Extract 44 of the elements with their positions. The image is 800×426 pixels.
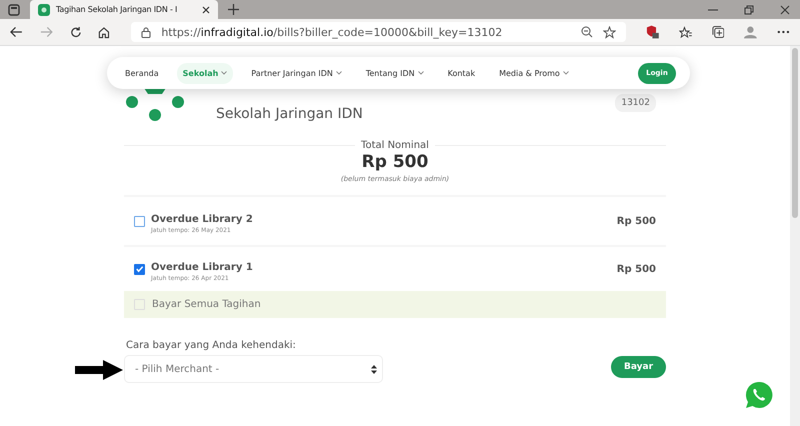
- checkbox[interactable]: [134, 216, 145, 226]
- nav-item[interactable]: Partner Jaringan IDN: [245, 62, 348, 84]
- url-text: https://infradigital.io/bills?biller_code=10000&bill_key=13102: [161, 26, 502, 38]
- close-icon[interactable]: [780, 4, 790, 14]
- bill-amount: Rp 500: [616, 264, 656, 274]
- bill-key-badge: 13102: [615, 94, 656, 112]
- collections-icon[interactable]: [712, 25, 724, 39]
- zoom-out-icon[interactable]: [581, 26, 594, 38]
- bill-name: Overdue Library 1: [151, 262, 253, 273]
- pay-all-label: Bayar Semua Tagihan: [152, 299, 261, 310]
- tab-actions-icon[interactable]: [8, 4, 20, 16]
- site-icon: [38, 4, 50, 16]
- total-label: Total Nominal: [361, 140, 429, 151]
- payment-method-label: Cara bayar yang Anda kehendaki:: [126, 340, 297, 351]
- scrollbar[interactable]: [790, 46, 800, 426]
- profile-icon[interactable]: [744, 25, 758, 39]
- favorite-star-icon[interactable]: [603, 26, 616, 38]
- shield-extension-icon[interactable]: [646, 25, 659, 39]
- bill-name: Overdue Library 2: [151, 214, 253, 225]
- address-bar[interactable]: https://infradigital.io/bills?biller_code=10000&bill_key=13102: [131, 22, 626, 42]
- checkbox[interactable]: [134, 264, 145, 274]
- new-tab-icon[interactable]: [228, 4, 239, 15]
- merchant-select[interactable]: - Pilih Merchant -: [124, 355, 383, 383]
- nav-item[interactable]: Tentang IDN: [360, 62, 430, 84]
- close-icon[interactable]: [202, 6, 210, 14]
- refresh-icon[interactable]: [70, 26, 82, 38]
- pay-button[interactable]: Bayar: [611, 356, 666, 378]
- bill-amount: Rp 500: [616, 216, 656, 226]
- restore-icon[interactable]: [744, 4, 754, 14]
- select-arrows-icon: [371, 364, 377, 374]
- nav-item[interactable]: Media & Promo: [493, 62, 575, 84]
- back-icon[interactable]: [10, 26, 23, 38]
- nav-item[interactable]: Beranda: [119, 62, 165, 84]
- nav-item[interactable]: Kontak: [442, 62, 482, 84]
- whatsapp-icon[interactable]: [745, 381, 773, 409]
- arrow-icon: [75, 360, 123, 380]
- tab-title: Tagihan Sekolah Jaringan IDN - I: [56, 5, 178, 14]
- browser-tab[interactable]: Tagihan Sekolah Jaringan IDN - I: [30, 0, 218, 19]
- biller-name: Sekolah Jaringan IDN: [216, 106, 363, 122]
- lock-icon: [141, 26, 152, 38]
- home-icon[interactable]: [98, 26, 110, 38]
- favorites-icon[interactable]: [678, 26, 692, 38]
- total-amount: Rp 500: [360, 152, 430, 172]
- more-icon[interactable]: [777, 30, 790, 34]
